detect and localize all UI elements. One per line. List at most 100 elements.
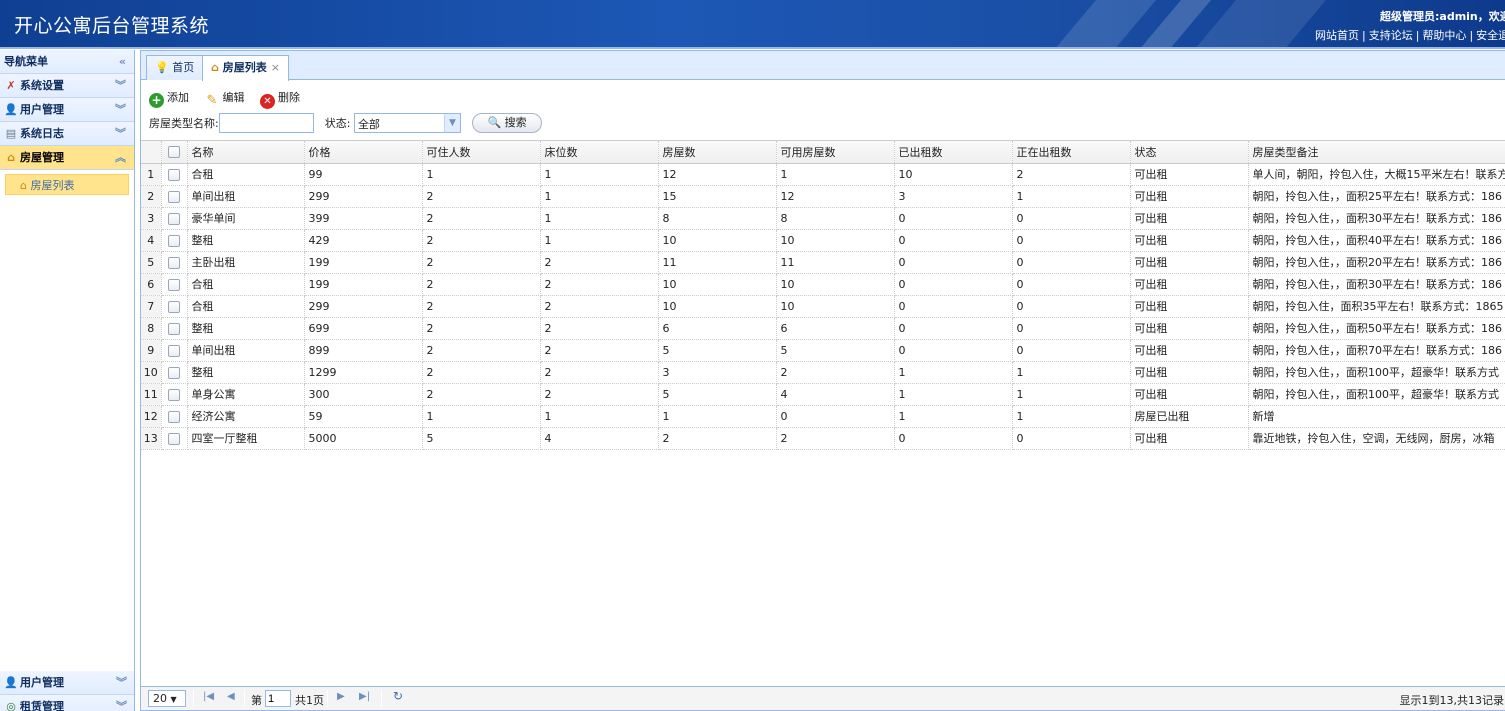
table-cell: 2	[422, 295, 541, 318]
expand-icon[interactable]: ︾	[115, 122, 126, 146]
pencil-icon: ✎	[206, 93, 218, 108]
row-checkbox[interactable]	[161, 207, 188, 230]
column-header[interactable]: 床位数	[540, 141, 659, 164]
page-label: 第	[251, 694, 262, 707]
status-select[interactable]: 全部 ▼	[353, 113, 461, 133]
column-header[interactable]: 房屋类型备注	[1248, 141, 1505, 164]
sidebar-item-system-log[interactable]: ▤ 系统日志 ︾	[0, 122, 134, 146]
table-row[interactable]: 6 合租 199 2 2 10 10 0 0 可出租 朝阳，拎包入住，，面积30平左右！联系方式：1…	[141, 273, 1505, 296]
collapse-icon[interactable]: ︽	[115, 146, 126, 170]
table-cell: 1	[540, 229, 659, 252]
row-number-header	[141, 141, 162, 164]
table-row[interactable]: 12 经济公寓 59 1 1 1 0 1 1 房屋已出租 新增	[141, 405, 1505, 428]
sidebar-item-label: 用户管理	[20, 103, 64, 116]
delete-button[interactable]: ✕ 删除	[260, 89, 300, 109]
help-link[interactable]: 帮助中心	[1422, 29, 1466, 42]
home-link[interactable]: 网站首页	[1315, 29, 1359, 42]
column-header[interactable]: 已出租数	[894, 141, 1013, 164]
column-header[interactable]: 可用房屋数	[776, 141, 895, 164]
table-cell: 2	[658, 427, 777, 450]
edit-button[interactable]: ✎ 编辑	[205, 89, 245, 108]
tab-house-list[interactable]: ⌂ 房屋列表 ×	[202, 55, 289, 81]
app-title: 开心公寓后台管理系统	[14, 15, 210, 37]
row-number: 6	[141, 273, 162, 296]
tab-home[interactable]: 💡 首页	[146, 55, 204, 80]
table-row[interactable]: 5 主卧出租 199 2 2 11 11 0 0 可出租 朝阳，拎包入住，，面积20平左右！联系方式…	[141, 251, 1505, 274]
expand-icon[interactable]: ︾	[115, 74, 126, 98]
table-row[interactable]: 9 单间出租 899 2 2 5 5 0 0 可出租 朝阳，拎包入住，，面积70平左右！联系方式：1…	[141, 339, 1505, 362]
sidebar-item-user-management-2[interactable]: 👤 用户管理 ︾	[0, 671, 134, 695]
row-checkbox[interactable]	[161, 339, 188, 362]
first-page-icon[interactable]: |◀	[203, 691, 214, 702]
table-row[interactable]: 4 整租 429 2 1 10 10 0 0 可出租 朝阳，拎包入住，，面积40平左右！联系方式：1…	[141, 229, 1505, 252]
sidebar-item-house-management[interactable]: ⌂ 房屋管理 ︽	[0, 146, 134, 170]
table-cell: 5000	[304, 427, 423, 450]
sidebar-item-lease-management[interactable]: ◎ 租赁管理 ︾	[0, 695, 134, 711]
row-checkbox[interactable]	[161, 383, 188, 406]
table-row[interactable]: 13 四室一厅整租 5000 5 4 2 2 0 0 可出租 靠近地铁，拎包入住，空调，无线网，厨房…	[141, 427, 1505, 450]
column-header[interactable]: 名称	[187, 141, 305, 164]
page-number-input[interactable]	[265, 690, 291, 707]
table-cell: 可出租	[1130, 339, 1249, 362]
table-cell: 单间出租	[187, 339, 305, 362]
table-cell: 可出租	[1130, 251, 1249, 274]
select-all-checkbox[interactable]	[161, 141, 188, 164]
table-row[interactable]: 10 整租 1299 2 2 3 2 1 1 可出租 朝阳，拎包入住，，面积100平，超豪华！联系方…	[141, 361, 1505, 384]
column-header[interactable]: 房屋数	[658, 141, 777, 164]
collapse-sidebar-icon[interactable]: «	[119, 50, 126, 74]
refresh-icon[interactable]: ↻	[393, 689, 403, 703]
table-cell: 99	[304, 163, 423, 186]
row-checkbox[interactable]	[161, 163, 188, 186]
row-checkbox[interactable]	[161, 405, 188, 428]
table-cell: 房屋已出租	[1130, 405, 1249, 428]
next-page-icon[interactable]: ▶	[337, 691, 345, 702]
expand-icon[interactable]: ︾	[116, 695, 127, 711]
add-button[interactable]: + 添加	[149, 89, 189, 108]
house-type-input[interactable]	[218, 113, 314, 133]
table-cell: 靠近地铁，拎包入住，空调，无线网，厨房，冰箱	[1248, 427, 1505, 450]
row-checkbox[interactable]	[161, 295, 188, 318]
close-icon[interactable]: ×	[271, 61, 280, 74]
row-checkbox[interactable]	[161, 317, 188, 340]
table-row[interactable]: 2 单间出租 299 2 1 15 12 3 1 可出租 朝阳，拎包入住，，面积25平左右！联系方式…	[141, 185, 1505, 208]
row-checkbox[interactable]	[161, 361, 188, 384]
total-pages: 共1页	[295, 694, 324, 707]
divider	[193, 690, 194, 707]
table-row[interactable]: 3 豪华单间 399 2 1 8 8 0 0 可出租 朝阳，拎包入住，，面积30平左右！联系方式：1…	[141, 207, 1505, 230]
prev-page-icon[interactable]: ◀	[227, 691, 235, 702]
nav-menu-label: 导航菜单	[4, 55, 48, 68]
row-checkbox[interactable]	[161, 273, 188, 296]
column-header[interactable]: 状态	[1130, 141, 1249, 164]
table-cell: 2	[540, 383, 659, 406]
page-size-value: 20	[153, 692, 167, 705]
house-icon: ⌂	[20, 179, 31, 192]
forum-link[interactable]: 支持论坛	[1369, 29, 1413, 42]
expand-icon[interactable]: ︾	[115, 98, 126, 122]
table-cell: 2	[422, 339, 541, 362]
row-checkbox[interactable]	[161, 229, 188, 252]
row-checkbox[interactable]	[161, 185, 188, 208]
table-cell: 1	[540, 185, 659, 208]
column-header[interactable]: 可住人数	[422, 141, 541, 164]
sidebar-item-system-settings[interactable]: ✗ 系统设置 ︾	[0, 74, 134, 98]
row-checkbox[interactable]	[161, 251, 188, 274]
search-bar: 房屋类型名称: 状态: 全部 ▼ 🔍 搜索	[149, 113, 542, 135]
column-header[interactable]: 价格	[304, 141, 423, 164]
logout-link[interactable]: 安全退出	[1476, 29, 1505, 42]
chevron-down-icon[interactable]: ▼	[443, 114, 460, 132]
table-cell: 8	[658, 207, 777, 230]
house-type-label: 房屋类型名称:	[149, 117, 219, 130]
sidebar-item-user-management[interactable]: 👤 用户管理 ︾	[0, 98, 134, 122]
last-page-icon[interactable]: ▶|	[359, 691, 370, 702]
table-cell: 699	[304, 317, 423, 340]
page-size-select[interactable]: 20 ▼	[148, 690, 186, 707]
column-header[interactable]: 正在出租数	[1012, 141, 1131, 164]
table-row[interactable]: 1 合租 99 1 1 12 1 10 2 可出租 单人间，朝阳，拎包入住，大概15平米左右！联系方	[141, 163, 1505, 186]
row-checkbox[interactable]	[161, 427, 188, 450]
expand-icon[interactable]: ︾	[116, 671, 127, 695]
table-row[interactable]: 11 单身公寓 300 2 2 5 4 1 1 可出租 朝阳，拎包入住，，面积100平，超豪华！联系…	[141, 383, 1505, 406]
search-button[interactable]: 🔍 搜索	[472, 113, 542, 133]
table-row[interactable]: 8 整租 699 2 2 6 6 0 0 可出租 朝阳，拎包入住，，面积50平左右！联系方式：186	[141, 317, 1505, 340]
table-row[interactable]: 7 合租 299 2 2 10 10 0 0 可出租 朝阳，拎包入住，面积35平左右！联系方式：18…	[141, 295, 1505, 318]
sidebar-subitem-house-list[interactable]: ⌂ 房屋列表	[5, 174, 129, 195]
